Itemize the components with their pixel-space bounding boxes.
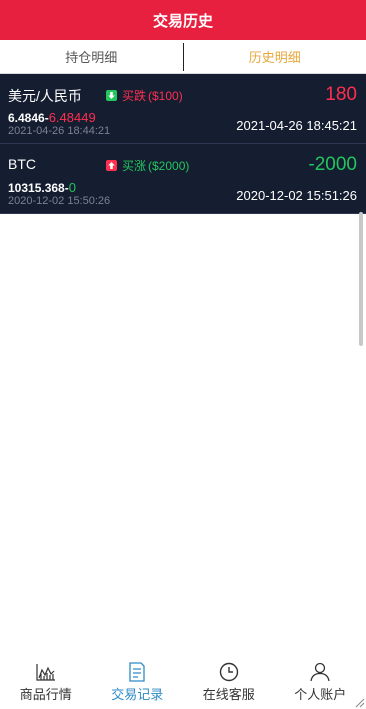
tab-history[interactable]: 历史明细	[184, 40, 366, 73]
history-record[interactable]: BTC 买涨 ($2000) 10315.368-0 2020-12-02 15…	[0, 144, 366, 214]
chart-icon	[35, 662, 57, 682]
direction-badge: 买涨 ($2000)	[106, 157, 189, 174]
nav-label: 个人账户	[294, 687, 347, 702]
open-price: 10315.368	[8, 181, 65, 195]
close-price: 0	[68, 180, 76, 195]
nav-market[interactable]: 商品行情	[0, 659, 92, 705]
open-price: 6.4846	[8, 111, 45, 125]
scrollbar[interactable]	[359, 212, 363, 346]
close-price: 6.48449	[48, 110, 96, 125]
profit-value: -2000	[308, 154, 357, 175]
tab-positions[interactable]: 持仓明细	[0, 40, 183, 73]
open-time: 2021-04-26 18:44:21	[8, 125, 111, 137]
direction-label: 买涨	[122, 159, 147, 173]
trade-amount: ($2000)	[148, 158, 190, 173]
bottom-nav: 商品行情 交易记录 在线客服 个人账户	[0, 659, 366, 705]
history-list: 美元/人民币 买跌 ($100) 6.4846-6.48449 2021-04-…	[0, 74, 366, 214]
direction-badge: 买跌 ($100)	[106, 87, 183, 104]
document-icon	[126, 662, 148, 682]
direction-label: 买跌	[122, 89, 147, 103]
user-icon	[309, 662, 331, 682]
clock-icon	[218, 662, 240, 682]
nav-label: 交易记录	[111, 687, 164, 702]
close-time: 2020-12-02 15:51:26	[236, 188, 357, 203]
record-name: BTC	[8, 156, 36, 172]
price-pair: 6.4846-6.48449	[8, 110, 96, 125]
tab-bar: 持仓明细 历史明细	[0, 40, 366, 74]
trade-amount: ($100)	[148, 88, 183, 103]
page-header: 交易历史	[0, 0, 366, 40]
open-time: 2020-12-02 15:50:26	[8, 195, 111, 207]
history-record[interactable]: 美元/人民币 买跌 ($100) 6.4846-6.48449 2021-04-…	[0, 74, 366, 144]
nav-support[interactable]: 在线客服	[183, 659, 275, 705]
page-title: 交易历史	[152, 12, 213, 30]
price-pair: 10315.368-0	[8, 180, 76, 195]
resize-handle-icon[interactable]	[353, 696, 365, 708]
nav-records[interactable]: 交易记录	[92, 659, 184, 705]
nav-label: 商品行情	[19, 687, 72, 702]
record-name: 美元/人民币	[8, 88, 82, 104]
nav-label: 在线客服	[202, 687, 255, 702]
close-time: 2021-04-26 18:45:21	[236, 118, 357, 133]
arrow-down-icon	[106, 90, 117, 101]
arrow-up-icon	[106, 160, 117, 171]
profit-value: 180	[325, 84, 357, 105]
